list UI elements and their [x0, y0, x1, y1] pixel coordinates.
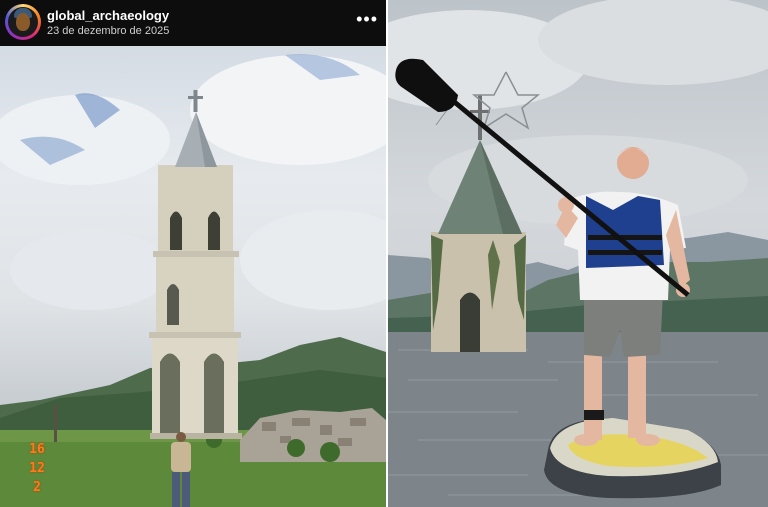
date-stamp-day: 16 [29, 442, 45, 457]
post-date: 23 de dezembro de 2025 [47, 25, 170, 37]
photo-right-submerged-tower[interactable] [388, 0, 768, 507]
avatar-image [8, 7, 38, 37]
photo-left-dry-bell-tower[interactable]: global_archaeology 23 de dezembro de 202… [0, 0, 386, 507]
date-stamp-month: 12 [29, 461, 45, 476]
post-username[interactable]: global_archaeology [47, 8, 169, 23]
profile-avatar[interactable] [5, 4, 41, 40]
photo-date-stamp: 16 12 2 [28, 440, 46, 497]
post-header: global_archaeology 23 de dezembro de 202… [0, 0, 386, 46]
date-stamp-year: 2 [33, 480, 41, 495]
lake-scene [388, 0, 768, 507]
instagram-post: global_archaeology 23 de dezembro de 202… [0, 0, 768, 507]
bell-tower-scene [0, 54, 386, 507]
avatar-face [16, 13, 30, 31]
more-horizontal-icon[interactable]: ••• [356, 9, 378, 30]
